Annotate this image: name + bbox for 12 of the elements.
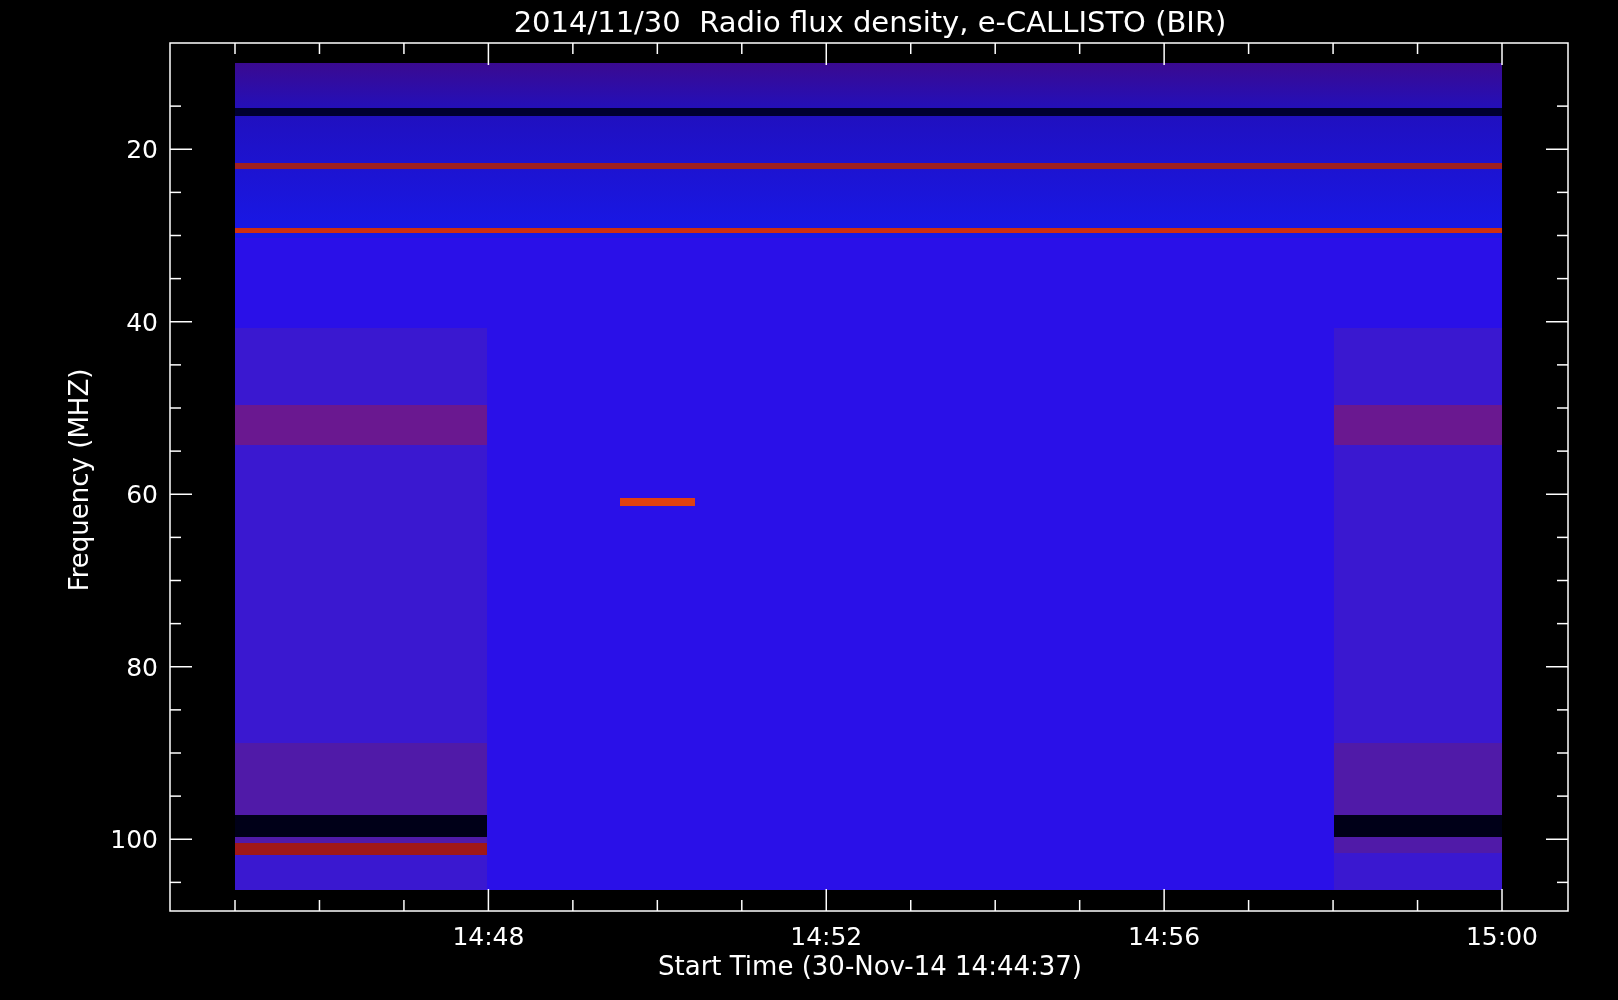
- tick-label: 15:00: [1466, 922, 1538, 951]
- tick-label: 14:56: [1128, 922, 1201, 951]
- tick-label: 20: [126, 135, 158, 165]
- tick-label: 14:52: [790, 922, 863, 951]
- tick-label: 14:48: [452, 922, 525, 951]
- chart-title: 2014/11/30 Radio flux density, e-CALLISTO (BIR): [513, 5, 1227, 39]
- axis-title: Frequency (MHZ): [64, 368, 94, 592]
- axis-title: Start Time (30-Nov-14 14:44:37): [658, 951, 1082, 981]
- tick-label: 80: [126, 652, 158, 682]
- tick-label: 60: [126, 480, 158, 510]
- tick-label: 40: [126, 307, 158, 337]
- tick-label: 100: [110, 825, 158, 855]
